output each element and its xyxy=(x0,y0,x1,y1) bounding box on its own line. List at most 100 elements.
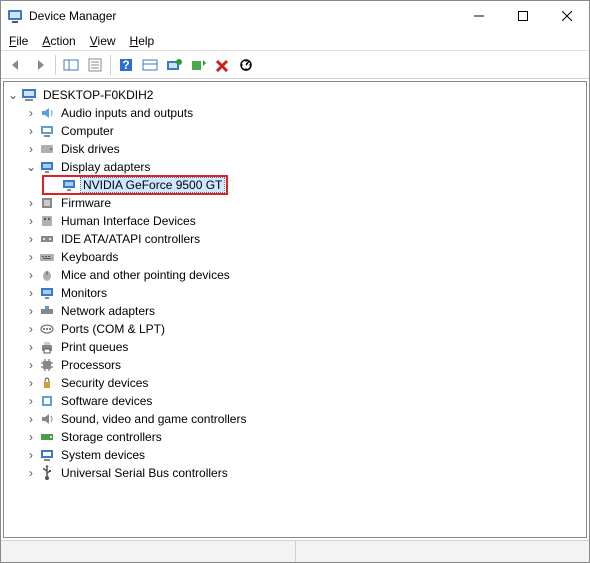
tree-item-label: Mice and other pointing devices xyxy=(59,268,232,282)
close-button[interactable] xyxy=(545,1,589,31)
keyboard-icon xyxy=(39,249,55,265)
chevron-right-icon[interactable]: › xyxy=(24,124,38,138)
show-hide-console-button[interactable] xyxy=(60,54,82,76)
chevron-right-icon[interactable]: › xyxy=(24,358,38,372)
tree-item[interactable]: ›Monitors xyxy=(4,284,586,302)
tree-item-label: Display adapters xyxy=(59,160,152,174)
chevron-right-icon[interactable]: › xyxy=(24,142,38,156)
tree-item[interactable]: › Processors xyxy=(4,356,586,374)
app-icon xyxy=(7,8,23,24)
tree-item-label: Network adapters xyxy=(59,304,157,318)
tree-child-item[interactable]: NVIDIA GeForce 9500 GT xyxy=(4,176,586,194)
tree-item[interactable]: › Human Interface Devices xyxy=(4,212,586,230)
chevron-right-icon[interactable]: › xyxy=(24,214,38,228)
computer-icon xyxy=(21,87,37,103)
titlebar: Device Manager xyxy=(1,1,589,31)
window-title: Device Manager xyxy=(29,9,457,23)
scan-hardware-button[interactable] xyxy=(235,54,257,76)
chevron-right-icon[interactable]: › xyxy=(24,340,38,354)
chevron-right-icon[interactable]: › xyxy=(24,268,38,282)
network-icon xyxy=(39,303,55,319)
tree-item[interactable]: ⌄ Display adapters xyxy=(4,158,586,176)
forward-button[interactable] xyxy=(29,54,51,76)
tree-item[interactable]: › Audio inputs and outputs xyxy=(4,104,586,122)
chevron-right-icon[interactable]: › xyxy=(24,106,38,120)
processor-icon xyxy=(39,357,55,373)
menubar: File Action View Help xyxy=(1,31,589,51)
monitor-icon xyxy=(39,285,55,301)
tree-item-label: Security devices xyxy=(59,376,150,390)
tree-item-label: Disk drives xyxy=(59,142,122,156)
tree-item-label: Universal Serial Bus controllers xyxy=(59,466,230,480)
tree-item[interactable]: ›Storage controllers xyxy=(4,428,586,446)
tree-item[interactable]: › Print queues xyxy=(4,338,586,356)
tree-item-label: Human Interface Devices xyxy=(59,214,198,228)
tree-root[interactable]: ⌄ DESKTOP-F0KDIH2 xyxy=(4,86,586,104)
tree-item-label: Audio inputs and outputs xyxy=(59,106,195,120)
device-tree[interactable]: ⌄ DESKTOP-F0KDIH2 › Audio inputs and outp… xyxy=(3,81,587,538)
uninstall-device-button[interactable] xyxy=(211,54,233,76)
firmware-icon xyxy=(39,195,55,211)
minimize-button[interactable] xyxy=(457,1,501,31)
chevron-right-icon[interactable]: › xyxy=(24,448,38,462)
tree-item-label: Computer xyxy=(59,124,116,138)
tree-item[interactable]: › Network adapters xyxy=(4,302,586,320)
back-button[interactable] xyxy=(5,54,27,76)
tree-child-label: NVIDIA GeForce 9500 GT xyxy=(81,178,224,192)
device-manager-window: Device Manager File Action View Help ? ⌄… xyxy=(0,0,590,563)
tree-item[interactable]: ›Firmware xyxy=(4,194,586,212)
tree-item[interactable]: › Disk drives xyxy=(4,140,586,158)
tree-item[interactable]: › Sound, video and game controllers xyxy=(4,410,586,428)
tree-item-label: Processors xyxy=(59,358,123,372)
help-button[interactable]: ? xyxy=(115,54,137,76)
menu-action[interactable]: Action xyxy=(42,34,75,48)
tree-item-label: System devices xyxy=(59,448,147,462)
tree-item-label: Ports (COM & LPT) xyxy=(59,322,167,336)
properties-button[interactable] xyxy=(84,54,106,76)
chevron-right-icon[interactable]: › xyxy=(24,196,38,210)
chevron-right-icon[interactable]: › xyxy=(24,304,38,318)
ports-icon xyxy=(39,321,55,337)
chevron-right-icon[interactable]: › xyxy=(24,232,38,246)
chevron-right-icon[interactable]: › xyxy=(24,394,38,408)
svg-text:?: ? xyxy=(122,58,129,72)
software-icon xyxy=(39,393,55,409)
tree-item-label: Print queues xyxy=(59,340,130,354)
disk-icon xyxy=(39,141,55,157)
maximize-button[interactable] xyxy=(501,1,545,31)
chevron-right-icon[interactable]: › xyxy=(24,430,38,444)
tree-item[interactable]: › Ports (COM & LPT) xyxy=(4,320,586,338)
chevron-right-icon[interactable]: › xyxy=(24,250,38,264)
toolbar-separator xyxy=(110,55,111,75)
tree-item-label: Keyboards xyxy=(59,250,120,264)
tree-item[interactable]: › Mice and other pointing devices xyxy=(4,266,586,284)
print-icon xyxy=(39,339,55,355)
status-cell xyxy=(296,541,590,562)
chevron-right-icon[interactable]: › xyxy=(24,466,38,480)
chevron-right-icon[interactable]: › xyxy=(24,412,38,426)
tree-item[interactable]: › Universal Serial Bus controllers xyxy=(4,464,586,482)
chevron-right-icon[interactable]: › xyxy=(24,376,38,390)
console-tree-button[interactable] xyxy=(139,54,161,76)
tree-item[interactable]: ›IDE ATA/ATAPI controllers xyxy=(4,230,586,248)
tree-item[interactable]: › Security devices xyxy=(4,374,586,392)
chevron-down-icon[interactable]: ⌄ xyxy=(6,88,20,102)
system-icon xyxy=(39,447,55,463)
display-icon xyxy=(39,159,55,175)
window-controls xyxy=(457,1,589,31)
enable-device-button[interactable] xyxy=(187,54,209,76)
security-icon xyxy=(39,375,55,391)
usb-icon xyxy=(39,465,55,481)
chevron-right-icon[interactable]: › xyxy=(24,322,38,336)
tree-item[interactable]: › Computer xyxy=(4,122,586,140)
tree-item[interactable]: › System devices xyxy=(4,446,586,464)
tree-item-label: Sound, video and game controllers xyxy=(59,412,248,426)
tree-item[interactable]: ›Software devices xyxy=(4,392,586,410)
chevron-down-icon[interactable]: ⌄ xyxy=(24,160,38,174)
menu-file[interactable]: File xyxy=(9,34,28,48)
chevron-right-icon[interactable]: › xyxy=(24,286,38,300)
tree-item[interactable]: › Keyboards xyxy=(4,248,586,266)
menu-view[interactable]: View xyxy=(90,34,116,48)
menu-help[interactable]: Help xyxy=(130,34,155,48)
update-driver-button[interactable] xyxy=(163,54,185,76)
